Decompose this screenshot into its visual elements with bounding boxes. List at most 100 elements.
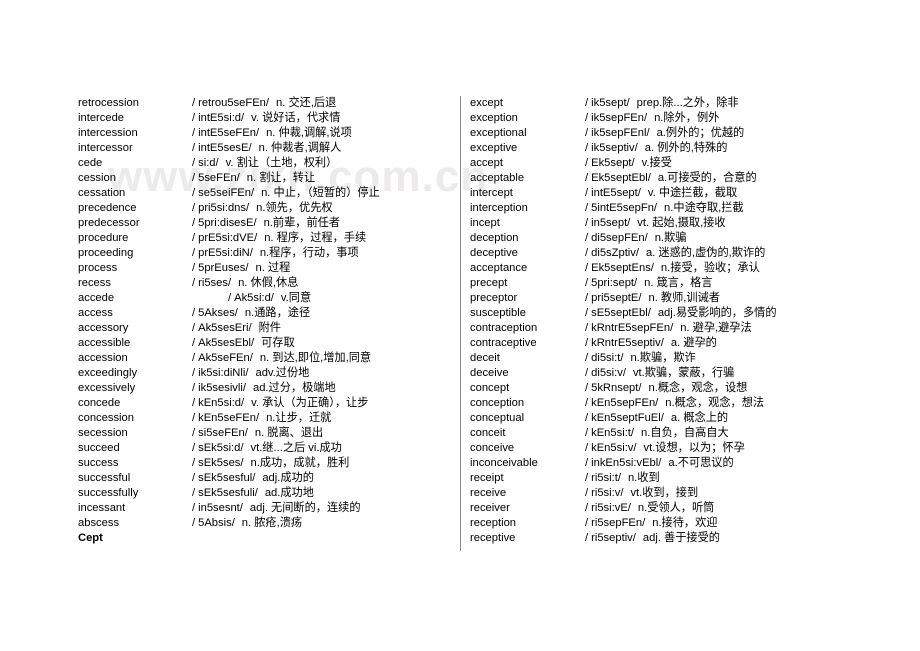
entry-definition: n.收到 (627, 472, 660, 484)
entry-slash: / (192, 262, 196, 274)
entry-details: /5kRnsept/n.概念，观念，设想 (585, 381, 870, 396)
entry-phonetic: si:d/ (198, 157, 219, 169)
entry-word: exception (470, 112, 518, 124)
entry-word: success (78, 457, 119, 469)
entry-definition: v.同意 (280, 292, 312, 304)
entry-definition: n.领先，优先权 (256, 202, 333, 214)
entry-phonetic: ik5sepFEnl/ (591, 127, 650, 139)
entry-word: incept (470, 217, 500, 229)
entry-word: access (78, 307, 113, 319)
entry-slash: / (192, 337, 196, 349)
vocabulary-entry: procedure / prE5si:dVE/n. 程序，过程，手续 (78, 231, 450, 246)
entry-word: except (470, 97, 503, 109)
entry-word: conceit (470, 427, 506, 439)
entry-details: /5Akses/n.通路，途径 (192, 306, 450, 321)
vocabulary-entry: incept / in5sept/vt. 起始,摄取,接收 (470, 216, 870, 231)
vocabulary-entry: success / sEk5ses/n.成功，成就，胜利 (78, 456, 450, 471)
entry-slash: / (192, 442, 196, 454)
vocabulary-entry: deceive / di5si:v/vt.欺骗，蒙蔽，行骗 (470, 366, 870, 381)
entry-definition: n.通路，途径 (244, 307, 311, 319)
entry-phonetic: sEk5sesful/ (198, 472, 256, 484)
entry-details: / in5sept/vt. 起始,摄取,接收 (585, 216, 870, 231)
entry-details: / si:d/v. 割让（土地，权利） (192, 156, 450, 171)
entry-definition: n. 教师,训诫者 (648, 292, 720, 304)
entry-phonetic: Ek5septEns/ (591, 262, 654, 274)
vocabulary-entry: preceptor / pri5septE/n. 教师,训诫者 (470, 291, 870, 306)
entry-phonetic: ik5si:diNli/ (198, 367, 249, 379)
entry-details: / di5si:t/n.欺骗，欺诈 (585, 351, 870, 366)
entry-details: / kEn5si:t/n.自负，自高自大 (585, 426, 870, 441)
entry-slash: / (585, 427, 589, 439)
entry-details: /5seFEn/n. 割让，转让 (192, 171, 450, 186)
vocabulary-column-right: except / ik5sept/prep.除...之外，除非 exception / i… (470, 96, 870, 546)
vocabulary-entry: accessory / Ak5sesEri/附件 (78, 321, 450, 336)
entry-word: conceptual (470, 412, 525, 424)
entry-slash: / (192, 412, 196, 424)
entry-slash: / (192, 322, 196, 334)
vocabulary-entry: precedence / pri5si:dns/n.领先，优先权 (78, 201, 450, 216)
entry-word: intercession (78, 127, 138, 139)
entry-slash: / (585, 517, 589, 529)
entry-word: accessory (78, 322, 129, 334)
entry-definition: n.让步，迁就 (266, 412, 332, 424)
entry-word: accessible (78, 337, 131, 349)
entry-slash: / (192, 517, 196, 529)
entry-definition: n. 脱离、退出 (254, 427, 324, 439)
vocabulary-entry: successful / sEk5sesful/adj.成功的 (78, 471, 450, 486)
entry-definition: n. 程序，过程，手续 (264, 232, 367, 244)
entry-phonetic: kRntrE5septiv/ (591, 337, 664, 349)
entry-slash: / (585, 112, 589, 124)
entry-slash: / (585, 442, 589, 454)
entry-word: succeed (78, 442, 120, 454)
entry-slash: / (585, 277, 589, 289)
entry-phonetic: kEn5si:v/ (591, 442, 637, 454)
entry-slash: / (585, 157, 589, 169)
entry-definition: n.中途夺取,拦截 (664, 202, 744, 214)
section-heading-label: Cept (78, 532, 103, 544)
entry-word: accession (78, 352, 128, 364)
entry-details: / prE5si:diN/n.程序，行动，事项 (192, 246, 450, 261)
entry-details: / Ek5sept/v.接受 (585, 156, 870, 171)
entry-phonetic: 5seFEn/ (198, 172, 240, 184)
entry-slash: / (585, 232, 589, 244)
entry-slash: / (585, 367, 589, 379)
entry-phonetic: Ak5sesEri/ (198, 322, 252, 334)
entry-definition: n. 仲裁者,调解人 (258, 142, 342, 154)
entry-details: / di5sepFEn/n.欺骗 (585, 231, 870, 246)
entry-slash: / (585, 382, 589, 394)
entry-word: accept (470, 157, 503, 169)
entry-word: successfully (78, 487, 139, 499)
entry-word: cede (78, 157, 103, 169)
entry-definition: n. 割让，转让 (246, 172, 316, 184)
entry-word: receiver (470, 502, 510, 514)
entry-definition: adj. 无间断的，连续的 (249, 502, 361, 514)
entry-definition: n.接受，验收；承认 (660, 262, 760, 274)
entry-word: proceeding (78, 247, 134, 259)
entry-definition: prep.除...之外，除非 (636, 97, 739, 109)
vocabulary-entry: contraceptive / kRntrE5septiv/a. 避孕的 (470, 336, 870, 351)
vocabulary-entry: abscess/5Absis/n. 脓疮,溃疡 (78, 516, 450, 531)
vocabulary-entry: succeed / sEk5si:d/vt.继...之后 vi.成功 (78, 441, 450, 456)
entry-slash: / (192, 172, 196, 184)
entry-word: successful (78, 472, 131, 484)
entry-slash: / (192, 307, 196, 319)
entry-phonetic: intE5seFEn/ (198, 127, 260, 139)
entry-definition: n.欺骗，欺诈 (630, 352, 696, 364)
entry-details: / inkEn5si:vEbl/a.不可思议的 (585, 456, 870, 471)
entry-phonetic: ri5si:t/ (591, 472, 621, 484)
entry-slash: / (228, 292, 232, 304)
entry-phonetic: di5si:t/ (591, 352, 624, 364)
entry-details: / ri5septiv/adj. 善于接受的 (585, 531, 870, 546)
entry-phonetic: in5sesnt/ (198, 502, 243, 514)
entry-word: deceptive (470, 247, 518, 259)
entry-definition: v. 割让（土地，权利） (225, 157, 338, 169)
entry-phonetic: pri5si:dns/ (198, 202, 250, 214)
entry-slash: / (585, 472, 589, 484)
entry-word: susceptible (470, 307, 526, 319)
entry-definition: n. 交还,后退 (276, 97, 337, 109)
entry-word: reception (470, 517, 517, 529)
entry-word: deceive (470, 367, 509, 379)
entry-details: / in5sesnt/adj. 无间断的，连续的 (192, 501, 450, 516)
entry-definition: a.可接受的，合意的 (657, 172, 757, 184)
entry-definition: n.自负，自高自大 (641, 427, 729, 439)
